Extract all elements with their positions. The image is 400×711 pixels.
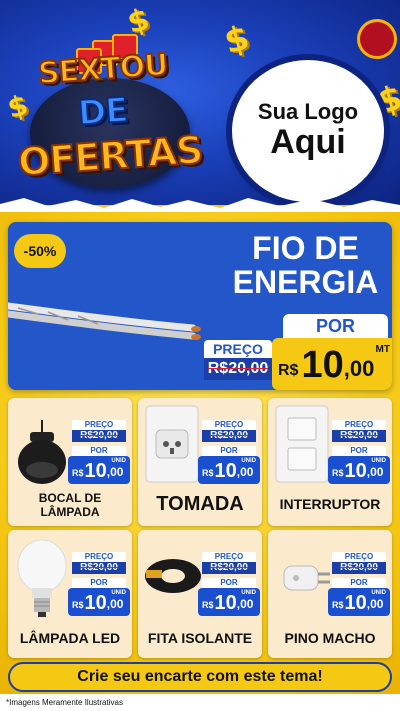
dollar-icon: $ — [220, 17, 254, 63]
price-cents: ,00 — [236, 465, 254, 479]
outlet-icon — [145, 405, 199, 483]
preco-label: PREÇO — [202, 552, 256, 562]
discount-badge: -50% — [14, 234, 66, 268]
product-name: LÂMPADA LED — [19, 630, 121, 646]
price-tag: R$ 10 ,00 UNID — [328, 588, 390, 616]
price-tag: R$ 10 ,00 MT — [272, 338, 392, 390]
price-unit: UNID — [111, 590, 126, 596]
price-unit: UNID — [371, 590, 386, 596]
product-card-tomada[interactable]: PREÇO R$20,00 POR R$ 10 ,00 UNID TOMADA — [138, 398, 262, 526]
price-cents: ,00 — [106, 465, 124, 479]
price-cents: ,00 — [106, 597, 124, 611]
product-card-fita[interactable]: PREÇO R$20,00 POR R$ 10 ,00 UNID FITA IS… — [138, 530, 262, 658]
plug-icon — [283, 565, 330, 591]
price-cents: ,00 — [366, 465, 384, 479]
product-card-pino[interactable]: PREÇO R$20,00 POR R$ 10 ,00 UNID PINO MA… — [268, 530, 392, 658]
price-cents: ,00 — [236, 597, 254, 611]
old-price-box: PREÇO R$20,00 — [72, 420, 126, 442]
logo-placeholder[interactable]: Sua Logo Aqui — [232, 60, 384, 202]
logo-text-line2: Aqui — [270, 123, 346, 162]
product-name: PINO MACHO — [284, 630, 376, 646]
price-integer: 10 — [214, 460, 237, 482]
wire-icon — [8, 302, 201, 340]
old-price: R$20,00 — [332, 562, 386, 574]
title-de: DE — [76, 89, 130, 134]
preco-label: PREÇO — [72, 420, 126, 430]
price-unit: UNID — [241, 590, 256, 596]
product-name: TOMADA — [156, 493, 244, 515]
price-unit: UNID — [371, 458, 386, 464]
price-cents: ,00 — [366, 597, 384, 611]
por-label: POR — [72, 578, 126, 588]
price-tag: R$ 10 ,00 UNID — [68, 456, 130, 484]
price-currency: R$ — [332, 600, 344, 610]
price-currency: R$ — [202, 468, 214, 478]
price-currency: R$ — [72, 468, 84, 478]
logo-text-line1: Sua Logo — [257, 99, 359, 125]
por-label: POR — [283, 314, 388, 338]
product-name: INTERRUPTOR — [279, 496, 381, 512]
old-price: R$20,00 — [72, 430, 126, 442]
price-currency: R$ — [202, 600, 214, 610]
product-name: FITA ISOLANTE — [147, 630, 253, 646]
preco-label: PREÇO — [202, 420, 256, 430]
price-integer: 10 — [84, 460, 107, 482]
dollar-icon: $ — [4, 88, 32, 125]
price-integer: 10 — [301, 344, 344, 386]
price-integer: 10 — [214, 592, 237, 614]
price-integer: 10 — [84, 592, 107, 614]
por-label: POR — [332, 578, 386, 588]
product-card-bocal[interactable]: PREÇO R$20,00 POR R$ 10 ,00 UNID BOCAL D… — [8, 398, 132, 526]
price-cents: ,00 — [343, 356, 375, 381]
header-banner: $ $ $ $ SEXTOU DE OFERTAS Sua Logo Aqui — [0, 0, 400, 205]
product-card-lampada[interactable]: PREÇO R$20,00 POR R$ 10 ,00 UNID LÂMPADA… — [8, 530, 132, 658]
switch-icon — [275, 405, 329, 483]
old-price: R$20,00 — [202, 562, 256, 574]
old-price-box: PREÇO R$20,00 — [202, 552, 256, 574]
old-price: R$20,00 — [72, 562, 126, 574]
featured-product-card[interactable]: -50% FIO DE ENERGIA POR PREÇO R$20,00 R$… — [8, 222, 392, 390]
por-label: POR — [332, 446, 386, 456]
price-unit: UNID — [111, 458, 126, 464]
preco-label: PREÇO — [332, 552, 386, 562]
product-name: BOCAL DE LÂMPADA — [38, 491, 102, 520]
price-currency: R$ — [72, 600, 84, 610]
price-integer: 10 — [344, 592, 367, 614]
tape-icon — [145, 559, 201, 593]
old-price-box: PREÇO R$20,00 — [202, 420, 256, 442]
product-card-interruptor[interactable]: PREÇO R$20,00 POR R$ 10 ,00 UNID INTERRU… — [268, 398, 392, 526]
led-bulb-icon — [17, 539, 67, 617]
por-label: POR — [72, 446, 126, 456]
footnote: *Imagens Meramente Ilustrativas — [0, 694, 400, 711]
old-price: R$20,00 — [204, 358, 272, 380]
por-label: POR — [202, 578, 256, 588]
price-tag: R$ 10 ,00 UNID — [198, 456, 260, 484]
old-price-box: PREÇO R$20,00 — [332, 420, 386, 442]
price-currency: R$ — [278, 362, 299, 379]
cta-banner[interactable]: Crie seu encarte com este tema! — [8, 662, 392, 692]
preco-label: PREÇO — [72, 552, 126, 562]
price-unit: MT — [375, 344, 390, 355]
preco-label: PREÇO — [204, 340, 272, 358]
price-tag: R$ 10 ,00 UNID — [68, 588, 130, 616]
featured-title: FIO DE ENERGIA — [223, 230, 388, 300]
price-tag: R$ 10 ,00 UNID — [328, 456, 390, 484]
firework-icon — [360, 22, 394, 56]
price-currency: R$ — [332, 468, 344, 478]
old-price-box: PREÇO R$20,00 — [72, 552, 126, 574]
featured-title-line2: ENERGIA — [232, 263, 379, 300]
old-price-box: PREÇO R$20,00 — [332, 552, 386, 574]
old-price: R$20,00 — [332, 430, 386, 442]
lamp-socket-icon — [18, 420, 66, 484]
preco-label: PREÇO — [332, 420, 386, 430]
price-unit: UNID — [241, 458, 256, 464]
por-label: POR — [202, 446, 256, 456]
featured-title-line1: FIO DE — [252, 230, 359, 266]
price-tag: R$ 10 ,00 UNID — [198, 588, 260, 616]
old-price: R$20,00 — [202, 430, 256, 442]
old-price-box: PREÇO R$20,00 — [204, 340, 272, 380]
price-integer: 10 — [344, 460, 367, 482]
